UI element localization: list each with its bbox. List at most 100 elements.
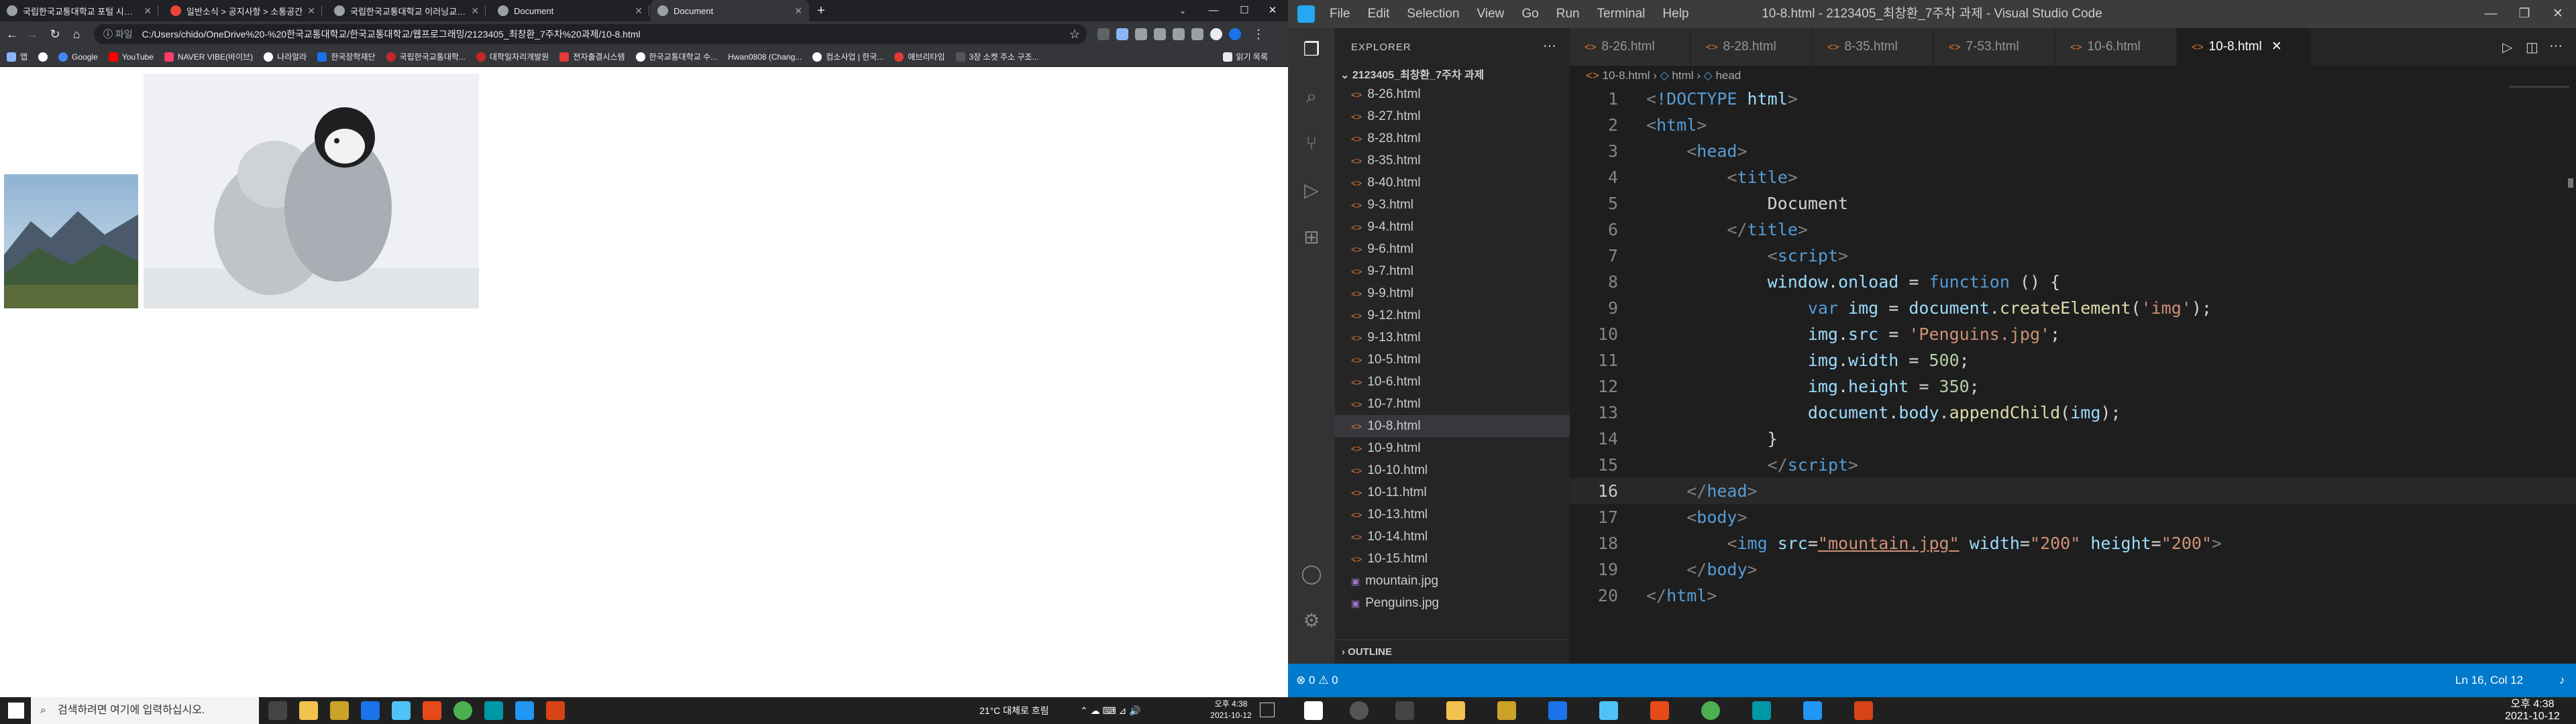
code-editor[interactable]: 1 <!DOCTYPE html> 2 <html> 3 <head> 4 <tit… (1570, 86, 2576, 664)
clock[interactable]: 오후 4:38 2021-10-12 (2496, 699, 2569, 723)
file-item[interactable]: <> 10-11.html (1335, 481, 1570, 503)
notification-icon[interactable] (1260, 703, 1275, 717)
office-icon[interactable] (1650, 701, 1669, 720)
windows-start-icon[interactable] (8, 703, 24, 719)
app-icon[interactable] (1599, 701, 1618, 720)
forward-arrow-icon[interactable]: → (24, 26, 40, 42)
app-icon[interactable] (392, 701, 411, 720)
file-item[interactable]: <> 9-3.html (1335, 194, 1570, 216)
mail-icon[interactable] (361, 701, 380, 720)
file-item[interactable]: <> 9-6.html (1335, 238, 1570, 260)
file-item[interactable]: <> 10-9.html (1335, 437, 1570, 459)
account-icon[interactable]: ◯ (1299, 562, 1324, 586)
mail-icon[interactable] (1548, 701, 1567, 720)
restore-button[interactable]: ❐ (2509, 0, 2540, 28)
source-control-icon[interactable]: ⑂ (1299, 131, 1324, 156)
bookmark-item[interactable]: Google (58, 52, 98, 62)
store-icon[interactable] (330, 701, 349, 720)
clock[interactable]: 오후 4:38 2021-10-12 (1201, 699, 1261, 721)
explorer-icon[interactable]: ❐ (1299, 38, 1324, 62)
task-view-icon[interactable] (268, 701, 287, 720)
breadcrumb-item[interactable]: 10-8.html (1603, 69, 1650, 82)
close-icon[interactable]: ✕ (635, 5, 643, 17)
extension-icon[interactable] (1116, 28, 1128, 40)
bookmark-item[interactable]: 대학일자리개발원 (476, 51, 549, 62)
browser-tab[interactable]: 국립한국교통대학교 포털 시스템 ✕ (0, 0, 158, 21)
minimize-button[interactable]: — (1198, 0, 1229, 21)
cursor-position[interactable]: Ln 16, Col 12 (2455, 664, 2523, 697)
bookmark-item[interactable]: 컴소사업 | 한국... (812, 51, 883, 62)
menu-run[interactable]: Run (1556, 7, 1580, 21)
home-icon[interactable]: ⌂ (68, 26, 85, 42)
office-icon[interactable] (423, 701, 441, 720)
extension-icon[interactable] (1154, 28, 1166, 40)
back-arrow-icon[interactable]: ← (4, 26, 20, 42)
file-explorer-icon[interactable] (299, 701, 318, 720)
window-close-button[interactable]: ✕ (1257, 0, 1288, 21)
app-icon[interactable] (1752, 701, 1771, 720)
reading-list-button[interactable]: 읽기 목록 (1222, 51, 1268, 62)
bookmark-item[interactable]: 국립한국교통대학... (386, 51, 466, 62)
feedback-icon[interactable]: ♪ (2559, 664, 2565, 697)
chrome-icon[interactable] (1701, 701, 1720, 720)
browser-tab-active[interactable]: Document ✕ (651, 0, 809, 21)
minimize-button[interactable]: — (2475, 0, 2506, 28)
app-icon[interactable] (484, 701, 503, 720)
file-item[interactable]: <> 9-12.html (1335, 304, 1570, 326)
editor-tab[interactable]: <> 8-28.html (1691, 28, 1812, 66)
browser-tab[interactable]: 일반소식 > 공지사항 > 소통공간 ✕ (164, 0, 322, 21)
profile-avatar[interactable] (1229, 28, 1241, 40)
breadcrumb-item[interactable]: html (1672, 69, 1693, 82)
file-item[interactable]: <> 9-4.html (1335, 216, 1570, 238)
close-icon[interactable]: ✕ (2271, 40, 2282, 54)
file-item[interactable]: <> 9-13.html (1335, 326, 1570, 349)
extension-icon[interactable] (1191, 28, 1203, 40)
info-icon[interactable]: ⓘ (103, 29, 113, 40)
file-item[interactable]: <> 10-6.html (1335, 371, 1570, 393)
editor-tab[interactable]: <> 10-6.html (2055, 28, 2176, 66)
bookmark-item[interactable]: Hwan0808 (Chang... (728, 52, 802, 62)
bookmark-item[interactable] (38, 52, 48, 62)
menu-selection[interactable]: Selection (1407, 7, 1459, 21)
store-icon[interactable] (1497, 701, 1516, 720)
editor-tab[interactable]: <> 8-35.html (1813, 28, 1933, 66)
file-item[interactable]: <> 10-5.html (1335, 349, 1570, 371)
close-icon[interactable]: ✕ (471, 5, 479, 17)
file-item[interactable]: <> 8-28.html (1335, 127, 1570, 149)
problems-indicator[interactable]: ⊗ 0 ⚠ 0 (1296, 664, 1338, 697)
weather-widget[interactable]: 21°C 대체로 흐림 (979, 697, 1049, 724)
file-item[interactable]: <> 8-40.html (1335, 172, 1570, 194)
powerpoint-icon[interactable] (546, 701, 565, 720)
bookmark-item[interactable]: NAVER VIBE(바이브) (164, 51, 253, 62)
editor-tab[interactable]: <> 8-26.html (1570, 28, 1690, 66)
bookmark-item[interactable]: YouTube (108, 52, 154, 62)
bookmark-item[interactable]: 3장 소켓 주소 구조... (955, 51, 1038, 62)
menu-file[interactable]: File (1330, 7, 1350, 21)
file-item[interactable]: <> 10-7.html (1335, 393, 1570, 415)
file-item[interactable]: <> 10-14.html (1335, 526, 1570, 548)
file-item[interactable]: <> 8-35.html (1335, 149, 1570, 172)
close-icon[interactable]: ✕ (144, 5, 152, 17)
editor-tab[interactable]: <> 7-53.html (1934, 28, 2055, 66)
file-item[interactable]: <> 9-9.html (1335, 282, 1570, 304)
file-explorer-icon[interactable] (1446, 701, 1465, 720)
bookmark-item[interactable]: 한국장학재단 (317, 51, 376, 62)
windows-start-icon[interactable] (1304, 701, 1323, 720)
menu-go[interactable]: Go (1521, 7, 1538, 21)
file-item[interactable]: <> 8-27.html (1335, 105, 1570, 127)
address-bar[interactable]: ⓘ 파일 C:/Users/chido/OneDrive%20-%20한국교통대… (94, 24, 1087, 44)
run-debug-icon[interactable]: ▷ (1299, 178, 1324, 202)
search-icon[interactable] (1350, 701, 1368, 720)
system-tray[interactable]: ⌃ ☁ ⌨ ⊿ 🔊 (1080, 697, 1141, 724)
browser-tab[interactable]: Document ✕ (491, 0, 649, 21)
file-item[interactable]: <> 8-26.html (1335, 83, 1570, 105)
split-editor-icon[interactable]: ◫ (2526, 39, 2538, 56)
search-icon[interactable]: ⌕ (1299, 84, 1324, 109)
tab-search-button[interactable]: ⌄ (1167, 0, 1198, 21)
settings-gear-icon[interactable]: ⚙ (1299, 609, 1324, 633)
more-actions-icon[interactable]: ⋯ (2549, 38, 2563, 54)
extension-icon[interactable] (1097, 28, 1110, 40)
file-item[interactable]: <> 10-15.html (1335, 548, 1570, 570)
file-item[interactable]: ▣ mountain.jpg (1335, 570, 1570, 592)
extensions-icon[interactable]: ⊞ (1299, 225, 1324, 249)
